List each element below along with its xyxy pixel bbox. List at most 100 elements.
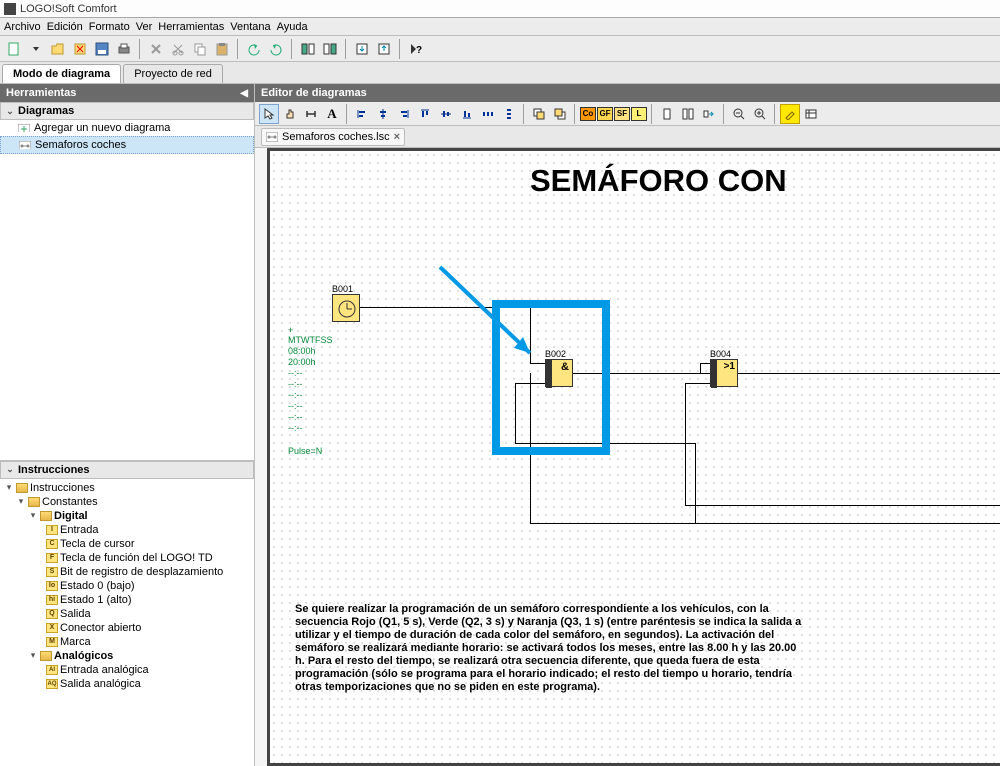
param-t2: 20:00h bbox=[288, 357, 316, 368]
b001-label: B001 bbox=[332, 284, 353, 294]
wire-b004-in-h bbox=[700, 363, 710, 364]
param-d4: --:-- bbox=[288, 401, 303, 412]
bring-front[interactable] bbox=[529, 104, 549, 124]
align-bottom[interactable] bbox=[457, 104, 477, 124]
add-new-diagram[interactable]: Agregar un nuevo diagrama bbox=[0, 120, 254, 136]
co-button[interactable]: Co bbox=[580, 107, 596, 121]
block-b004[interactable]: >1 bbox=[710, 359, 738, 387]
upload-button[interactable] bbox=[374, 39, 394, 59]
param-t1: 08:00h bbox=[288, 346, 316, 357]
hand-tool[interactable] bbox=[280, 104, 300, 124]
page-single[interactable] bbox=[657, 104, 677, 124]
align-center-v[interactable] bbox=[373, 104, 393, 124]
tab-network-project[interactable]: Proyecto de red bbox=[123, 64, 223, 83]
link-tool[interactable] bbox=[301, 104, 321, 124]
menu-window[interactable]: Ventana bbox=[230, 21, 270, 33]
menu-file[interactable]: Archivo bbox=[4, 21, 41, 33]
tab-diagram-mode[interactable]: Modo de diagrama bbox=[2, 64, 121, 83]
wire-b004-out bbox=[738, 373, 1000, 374]
zoom-in[interactable] bbox=[750, 104, 770, 124]
inst-ai[interactable]: AIEntrada analógica bbox=[0, 663, 254, 677]
arrow-annotation bbox=[430, 261, 550, 371]
ref-tool[interactable] bbox=[801, 104, 821, 124]
app-title: LOGO!Soft Comfort bbox=[20, 3, 117, 15]
diagrams-header[interactable]: ⌄ Diagramas bbox=[0, 102, 254, 120]
cut-button[interactable] bbox=[168, 39, 188, 59]
align-center-h[interactable] bbox=[436, 104, 456, 124]
save-button[interactable] bbox=[92, 39, 112, 59]
menu-edit[interactable]: Edición bbox=[47, 21, 83, 33]
send-back[interactable] bbox=[550, 104, 570, 124]
inst-f[interactable]: FTecla de función del LOGO! TD bbox=[0, 551, 254, 565]
menu-bar: Archivo Edición Formato Ver Herramientas… bbox=[0, 18, 1000, 36]
paste-button[interactable] bbox=[212, 39, 232, 59]
undo-button[interactable] bbox=[244, 39, 264, 59]
l-button[interactable]: L bbox=[631, 107, 647, 121]
diagram-title: SEMÁFORO CON bbox=[530, 163, 787, 199]
inst-i[interactable]: IEntrada bbox=[0, 523, 254, 537]
menu-help[interactable]: Ayuda bbox=[277, 21, 308, 33]
download-button[interactable] bbox=[352, 39, 372, 59]
dist-v[interactable] bbox=[499, 104, 519, 124]
tools-label: Herramientas bbox=[6, 87, 76, 99]
editor-toolbar: A Co GF SF L bbox=[255, 102, 1000, 126]
gf-button[interactable]: GF bbox=[597, 107, 613, 121]
menu-tools[interactable]: Herramientas bbox=[158, 21, 224, 33]
layout2-button[interactable] bbox=[320, 39, 340, 59]
open-button[interactable] bbox=[48, 39, 68, 59]
convert-button[interactable] bbox=[699, 104, 719, 124]
text-tool[interactable]: A bbox=[322, 104, 342, 124]
instructions-panel: ⌄ Instrucciones ▾Instrucciones ▾Constant… bbox=[0, 460, 254, 766]
layout1-button[interactable] bbox=[298, 39, 318, 59]
sf-button[interactable]: SF bbox=[614, 107, 630, 121]
inst-x[interactable]: XConector abierto bbox=[0, 621, 254, 635]
title-bar: LOGO!Soft Comfort bbox=[0, 0, 1000, 18]
pointer-tool[interactable] bbox=[259, 104, 279, 124]
diagram-item-semaforos[interactable]: Semaforos coches bbox=[0, 136, 254, 154]
copy-button[interactable] bbox=[190, 39, 210, 59]
inst-s[interactable]: SBit de registro de desplazamiento bbox=[0, 565, 254, 579]
menu-format[interactable]: Formato bbox=[89, 21, 130, 33]
inst-q[interactable]: QSalida bbox=[0, 607, 254, 621]
help-button[interactable]: ? bbox=[406, 39, 426, 59]
add-diagram-label: Agregar un nuevo diagrama bbox=[34, 122, 170, 134]
block-b001[interactable] bbox=[332, 294, 360, 322]
inst-aq[interactable]: AQSalida analógica bbox=[0, 677, 254, 691]
inst-lo[interactable]: loEstado 0 (bajo) bbox=[0, 579, 254, 593]
inst-m[interactable]: MMarca bbox=[0, 635, 254, 649]
new-button[interactable] bbox=[4, 39, 24, 59]
param-d3: --:-- bbox=[288, 390, 303, 401]
doc-tab-close[interactable]: × bbox=[394, 131, 400, 143]
delete-button[interactable] bbox=[146, 39, 166, 59]
wire-mid-v bbox=[685, 383, 686, 505]
wire-b004-in-v bbox=[700, 363, 701, 373]
inst-c[interactable]: CTecla de cursor bbox=[0, 537, 254, 551]
collapse-left-icon[interactable]: ◀ bbox=[240, 88, 248, 99]
highlight-tool[interactable] bbox=[780, 104, 800, 124]
page-multi[interactable] bbox=[678, 104, 698, 124]
canvas-scroll[interactable]: SEMÁFORO CON B001 + MTWTFSS 08:00h 20:00… bbox=[255, 148, 1000, 766]
close-doc-button[interactable] bbox=[70, 39, 90, 59]
menu-view[interactable]: Ver bbox=[136, 21, 153, 33]
zoom-out[interactable] bbox=[729, 104, 749, 124]
diagram-canvas[interactable]: SEMÁFORO CON B001 + MTWTFSS 08:00h 20:00… bbox=[267, 148, 1000, 766]
doc-tab-semaforos[interactable]: Semaforos coches.lsc × bbox=[261, 128, 405, 146]
dist-h[interactable] bbox=[478, 104, 498, 124]
param-pulse: Pulse=N bbox=[288, 446, 322, 457]
editor-header: Editor de diagramas bbox=[255, 84, 1000, 102]
align-left[interactable] bbox=[352, 104, 372, 124]
align-right[interactable] bbox=[394, 104, 414, 124]
param-d2: --:-- bbox=[288, 379, 303, 390]
instruction-tree[interactable]: ▾Instrucciones ▾Constantes ▾Digital IEnt… bbox=[0, 479, 254, 704]
editor-area: Editor de diagramas A Co GF SF L bbox=[255, 84, 1000, 766]
print-button[interactable] bbox=[114, 39, 134, 59]
instructions-header[interactable]: ⌄ Instrucciones bbox=[0, 461, 254, 479]
inst-hi[interactable]: hiEstado 1 (alto) bbox=[0, 593, 254, 607]
diagram-item-label: Semaforos coches bbox=[35, 139, 126, 151]
doc-tab-label: Semaforos coches.lsc bbox=[282, 131, 390, 143]
main-toolbar: ? bbox=[0, 36, 1000, 62]
param-d5: --:-- bbox=[288, 412, 303, 423]
redo-button[interactable] bbox=[266, 39, 286, 59]
align-top[interactable] bbox=[415, 104, 435, 124]
new-dropdown[interactable] bbox=[26, 39, 46, 59]
